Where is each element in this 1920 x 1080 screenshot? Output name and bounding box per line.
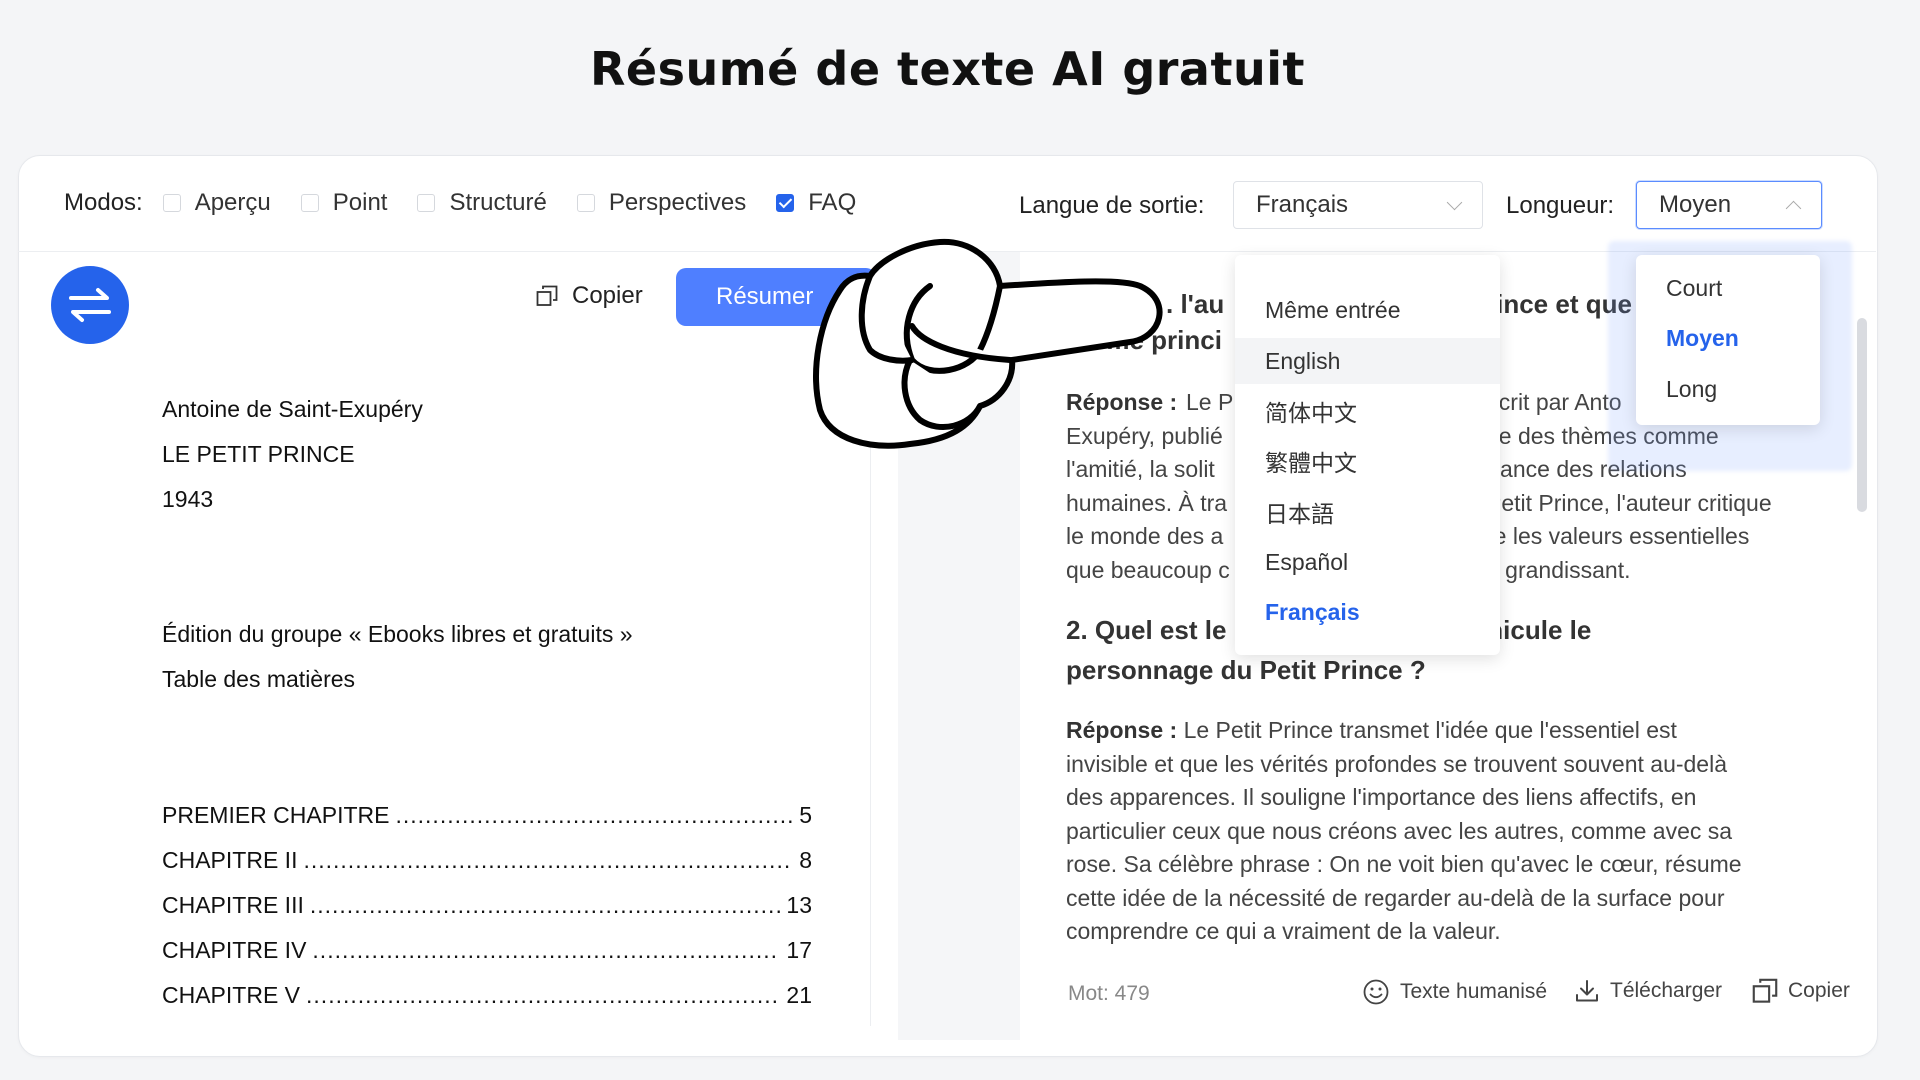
answer-line: invisible et que les vérités profondes s…	[1066, 750, 1728, 777]
copy-icon	[536, 285, 558, 306]
answer-line: particulier ceux que nous créons avec le…	[1066, 817, 1733, 844]
toc-entry: PREMIER CHAPITRE 5	[162, 802, 812, 829]
language-option[interactable]: English	[1235, 338, 1500, 384]
toc-entry: CHAPITRE V 21	[162, 982, 812, 1009]
chevron-up-icon	[1785, 200, 1802, 217]
checkbox-perspectives[interactable]	[576, 194, 595, 212]
length-option[interactable]: Court	[1636, 265, 1820, 311]
length-dropdown: Court Moyen Long	[1636, 255, 1820, 425]
input-text-panel[interactable]: Antoine de Saint-Exupéry LE PETIT PRINCE…	[140, 340, 871, 1026]
mode-label-faq: FAQ	[808, 189, 857, 216]
mode-label-point: Point	[332, 189, 388, 216]
copy-output-button[interactable]: Copier	[1752, 978, 1850, 1004]
toc-page: 5	[799, 802, 812, 828]
output-footer: Mot: 479 Texte humanisé Télécharger Copi…	[1068, 978, 1858, 1018]
output-language-label: Langue de sortie:	[1019, 192, 1205, 219]
toc-entry: CHAPITRE II 8	[162, 847, 812, 874]
toc-title: CHAPITRE IV	[162, 937, 307, 963]
download-button[interactable]: Télécharger	[1574, 978, 1722, 1004]
output-language-select[interactable]: Français	[1233, 181, 1483, 229]
input-line: Table des matières	[162, 666, 356, 692]
length-label: Longueur:	[1506, 192, 1615, 219]
toc-title: CHAPITRE III	[162, 892, 304, 918]
faq-answer: Réponse : Le Petit Prince transmet l'idé…	[1066, 714, 1826, 748]
mode-option-apercu[interactable]: Aperçu	[162, 189, 271, 217]
modes-label: Modos:	[64, 189, 143, 216]
length-value: Moyen	[1659, 191, 1732, 218]
copy-input-label: Copier	[572, 282, 643, 309]
input-line: 1943	[162, 486, 214, 512]
answer-label: Réponse :	[1066, 717, 1178, 743]
modes-bar: Modos: Aperçu Point Structuré Perspectiv…	[64, 187, 886, 219]
mode-label-perspectives: Perspectives	[608, 189, 747, 216]
checkbox-apercu[interactable]	[162, 194, 181, 212]
smiley-icon	[1363, 979, 1389, 1005]
answer-line: rose. Sa célèbre phrase : On ne voit bie…	[1066, 851, 1742, 877]
swap-arrows-icon	[69, 288, 111, 322]
toc-page: 8	[799, 847, 812, 873]
language-option[interactable]: Même entrée	[1235, 287, 1500, 333]
toc-title: CHAPITRE V	[162, 982, 301, 1008]
input-line: Édition du groupe « Ebooks libres et gra…	[162, 621, 633, 647]
page-title: Résumé de texte AI gratuit	[590, 42, 1305, 96]
humanize-button[interactable]: Texte humanisé	[1362, 978, 1547, 1006]
mode-option-perspectives[interactable]: Perspectives	[576, 189, 747, 217]
answer-line: cette idée de la nécessité de regarder a…	[1066, 884, 1725, 911]
answer-fragment: Petit Prince, l'auteur critique	[1486, 489, 1772, 516]
input-line: Antoine de Saint-Exupéry	[162, 396, 423, 422]
length-option-selected[interactable]: Moyen	[1636, 315, 1820, 361]
toc-page: 17	[786, 937, 812, 963]
toc-page: 13	[786, 892, 812, 918]
output-scrollbar[interactable]	[1857, 318, 1867, 512]
faq-question: personnage du Petit Prince ?	[1066, 655, 1426, 685]
copy-output-label: Copier	[1788, 979, 1850, 1002]
swap-button[interactable]	[51, 266, 129, 344]
copy-icon	[1752, 978, 1778, 1003]
mode-label-apercu: Aperçu	[194, 189, 271, 216]
copy-input-button[interactable]: Copier	[536, 282, 643, 310]
pointing-hand-icon	[813, 238, 1163, 449]
answer-line: des apparences. Il souligne l'importance…	[1066, 784, 1697, 810]
answer-fragment: n grandissant.	[1486, 556, 1631, 583]
toc-entry: CHAPITRE III 13	[162, 892, 812, 919]
toc-title: CHAPITRE II	[162, 847, 298, 873]
toc-page: 21	[786, 982, 812, 1008]
mode-option-faq[interactable]: FAQ	[776, 189, 856, 217]
download-icon	[1576, 980, 1598, 1002]
language-option-selected[interactable]: Français	[1235, 589, 1500, 635]
output-language-dropdown: Même entrée English 简体中文 繁體中文 日本語 Españo…	[1235, 255, 1500, 655]
answer-fragment: re les valeurs essentielles	[1486, 523, 1750, 549]
humanize-label: Texte humanisé	[1400, 980, 1548, 1003]
mode-label-structure: Structuré	[449, 189, 547, 216]
mode-option-structure[interactable]: Structuré	[417, 189, 547, 217]
checkbox-structure[interactable]	[417, 194, 436, 212]
length-select[interactable]: Moyen	[1636, 181, 1822, 229]
download-label: Télécharger	[1610, 979, 1723, 1002]
language-option[interactable]: 日本語	[1235, 489, 1500, 535]
toc-entry: CHAPITRE IV 17	[162, 937, 812, 964]
word-count: Mot: 479	[1068, 982, 1150, 1005]
summarize-label: Résumer	[716, 283, 814, 310]
output-language-value: Français	[1256, 191, 1349, 218]
language-option[interactable]: 简体中文	[1235, 388, 1500, 434]
answer-line: Le Petit Prince transmet l'idée que l'es…	[1183, 717, 1677, 743]
checkbox-faq[interactable]	[776, 194, 795, 212]
length-option[interactable]: Long	[1636, 366, 1820, 412]
language-option[interactable]: Español	[1235, 539, 1500, 585]
answer-line: comprendre ce qui a vraiment de la valeu…	[1066, 918, 1501, 944]
language-option[interactable]: 繁體中文	[1235, 438, 1500, 484]
toc-title: PREMIER CHAPITRE	[162, 802, 390, 828]
chevron-down-icon	[1446, 194, 1463, 211]
checkbox-point[interactable]	[300, 194, 319, 212]
mode-option-point[interactable]: Point	[300, 189, 388, 217]
input-line: LE PETIT PRINCE	[162, 441, 355, 467]
